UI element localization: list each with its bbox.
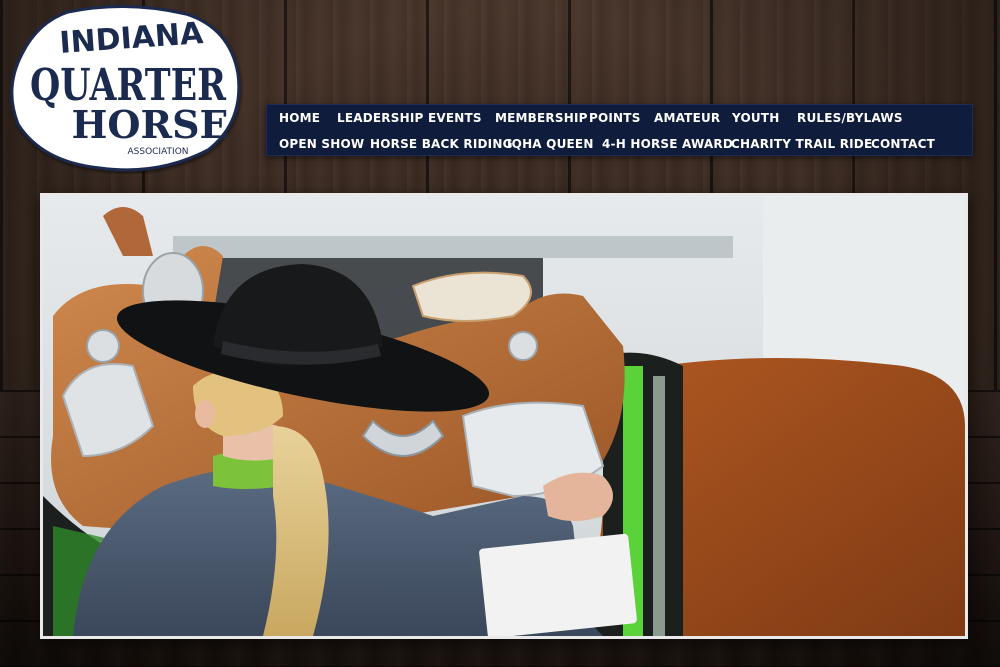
site-logo[interactable]: INDIANA QUARTER HORSE ASSOCIATION: [8, 4, 244, 174]
logo-line-horse: HORSE: [72, 102, 229, 147]
nav-contact[interactable]: CONTACT: [871, 137, 935, 151]
nav-amateur[interactable]: AMATEUR: [654, 111, 720, 125]
nav-charity-trail-ride[interactable]: CHARITY TRAIL RIDE: [731, 137, 872, 151]
nav-events[interactable]: EVENTS: [428, 111, 482, 125]
nav-row-2: OPEN SHOW HORSE BACK RIDING IQHA QUEEN 4…: [267, 131, 974, 157]
hero-illustration: [43, 196, 965, 636]
nav-youth[interactable]: YOUTH: [732, 111, 779, 125]
nav-home[interactable]: HOME: [279, 111, 320, 125]
logo-graphic: INDIANA QUARTER HORSE ASSOCIATION: [10, 4, 241, 172]
nav-rules-bylaws[interactable]: RULES/BYLAWS: [797, 111, 903, 125]
nav-open-show[interactable]: OPEN SHOW: [279, 137, 364, 151]
nav-leadership[interactable]: LEADERSHIP: [337, 111, 423, 125]
nav-iqha-queen[interactable]: IQHA QUEEN: [507, 137, 594, 151]
nav-4h-horse-award[interactable]: 4-H HORSE AWARD: [602, 137, 733, 151]
nav-membership[interactable]: MEMBERSHIP: [495, 111, 588, 125]
logo-line-association: ASSOCIATION: [127, 147, 188, 157]
hero-image: [40, 193, 968, 639]
nav-points[interactable]: POINTS: [589, 111, 641, 125]
nav-row-1: HOME LEADERSHIP EVENTS MEMBERSHIP POINTS…: [267, 105, 974, 131]
nav-horse-back-riding[interactable]: HORSE BACK RIDING: [370, 137, 513, 151]
main-navigation: HOME LEADERSHIP EVENTS MEMBERSHIP POINTS…: [266, 104, 973, 156]
